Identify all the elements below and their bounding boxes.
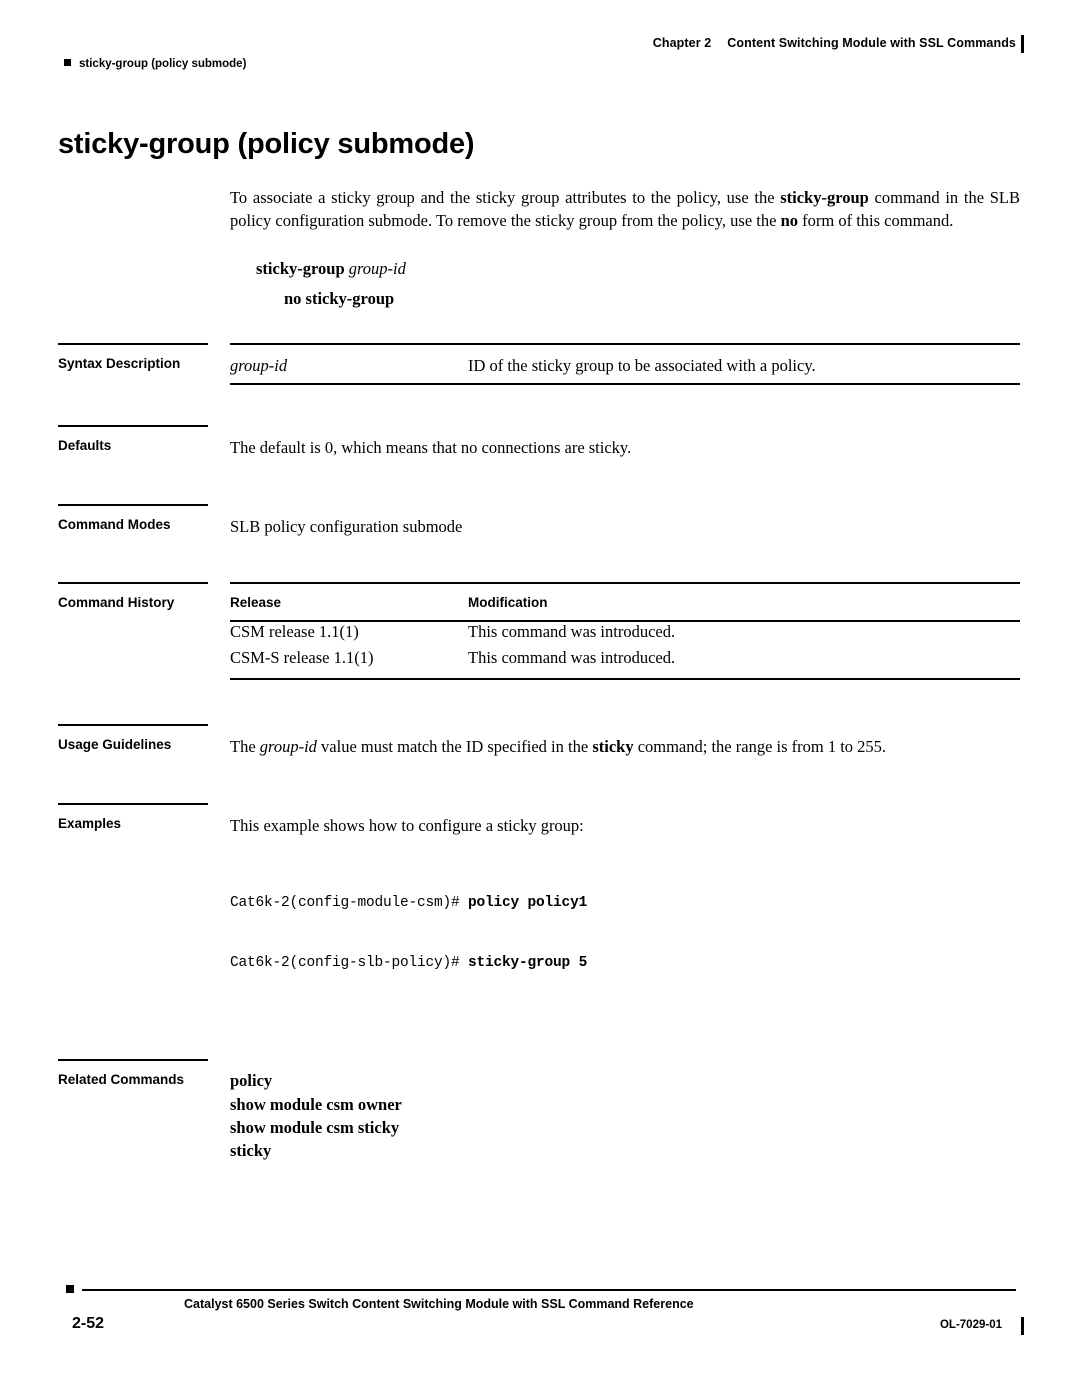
command-modes-text: SLB policy configuration submode (230, 516, 463, 536)
header-chapter-info: Chapter 2 Content Switching Module with S… (652, 35, 1024, 53)
intro-command-1: sticky-group (780, 188, 869, 207)
rule-left-examples (58, 802, 208, 805)
footer-book-title: Catalyst 6500 Series Switch Content Swit… (184, 1297, 694, 1311)
code-line-0: Cat6k-2(config-module-csm)# policy polic… (230, 893, 1020, 913)
usage-t2: value must match the ID specified in the (316, 737, 593, 757)
section-label-defaults: Defaults (58, 438, 112, 454)
intro-paragraph: To associate a sticky group and the stic… (230, 186, 1020, 233)
usage-guidelines-text: The group-id value must match the ID spe… (230, 735, 1020, 758)
rule-left-syntax-description (58, 342, 208, 345)
rule-right-command-history (230, 582, 1020, 585)
rule-under-command-history-table (230, 678, 1020, 681)
usage-t3: command; the range is from 1 to 255. (633, 737, 887, 757)
history-modification-1: This command was introduced. (468, 648, 676, 668)
running-head-text: sticky-group (policy submode) (79, 58, 247, 70)
code-prompt-1: Cat6k-2(config-slb-policy)# (230, 955, 469, 972)
section-examples: Examples This example shows how to confi… (58, 802, 1020, 1013)
section-label-command-modes: Command Modes (58, 516, 171, 532)
footer-document-id: OL-7029-01 (939, 1319, 1002, 1331)
header-chapter-label: Chapter 2 (652, 36, 712, 50)
examples-body: This example shows how to configure a st… (230, 814, 1020, 1013)
section-command-history: Command History Release Modification CSM… (58, 582, 1020, 681)
examples-intro-text: This example shows how to configure a st… (230, 815, 584, 835)
history-modification-0: This command was introduced. (468, 622, 676, 642)
section-label-related-commands: Related Commands (58, 1072, 185, 1088)
rule-left-defaults (58, 425, 208, 428)
footer-rule (82, 1289, 1016, 1291)
syntax-no-form-line: no sticky-group (284, 288, 395, 308)
defaults-text: The default is 0, which means that no co… (230, 438, 632, 458)
code-command-0: policy policy1 (468, 895, 588, 912)
rule-left-command-history (58, 582, 208, 585)
related-command-3[interactable]: sticky (230, 1140, 1020, 1161)
intro-command-2: no (780, 211, 798, 231)
code-prompt-0: Cat6k-2(config-module-csm)# (230, 895, 469, 912)
document-content: To associate a sticky group and the stic… (58, 186, 1020, 1164)
rule-right-syntax-description (230, 342, 1020, 345)
usage-arg: group-id (259, 737, 317, 757)
intro-part3: form of this command. (798, 211, 954, 231)
intro-part1: To associate a sticky group and the stic… (230, 188, 781, 207)
table-row: CSM release 1.1(1) This command was intr… (230, 622, 1020, 642)
rule-left-usage-guidelines (58, 724, 208, 727)
related-command-2[interactable]: show module csm sticky (230, 1117, 1020, 1138)
column-header-modification: Modification (468, 595, 548, 611)
rule-under-command-history-header (230, 620, 1020, 623)
section-label-examples: Examples (58, 815, 122, 831)
footer-right-marker (1021, 1317, 1024, 1335)
syntax-command-line: sticky-group group-id (256, 259, 1020, 279)
page-header: Chapter 2 Content Switching Module with S… (64, 35, 1024, 76)
related-commands-list: policy show module csm owner show module… (230, 1070, 1020, 1164)
syntax-command-name: sticky-group (256, 258, 345, 278)
section-label-command-history: Command History (58, 595, 175, 611)
section-related-commands: Related Commands policy show module csm … (58, 1059, 1020, 1164)
footer-page-number: 2-52 (72, 1315, 105, 1332)
command-history-header-row: Release Modification (230, 593, 1020, 612)
section-syntax-description: Syntax Description group-id ID of the st… (58, 342, 1020, 385)
history-release-1: CSM-S release 1.1(1) (230, 648, 374, 668)
header-running-head: sticky-group (policy submode) (64, 58, 246, 70)
section-command-modes: Command Modes SLB policy configuration s… (58, 503, 1020, 538)
table-row: CSM-S release 1.1(1) This command was in… (230, 642, 1020, 668)
section-label-syntax-description: Syntax Description (58, 355, 181, 371)
code-command-1: sticky-group 5 (468, 955, 588, 972)
example-code-block: Cat6k-2(config-module-csm)# policy polic… (230, 853, 1020, 1013)
section-defaults: Defaults The default is 0, which means t… (58, 425, 1020, 459)
syntax-desc-text: ID of the sticky group to be associated … (468, 355, 816, 375)
section-usage-guidelines: Usage Guidelines The group-id value must… (58, 724, 1020, 758)
usage-cmd: sticky (592, 737, 634, 757)
rule-left-command-modes (58, 503, 208, 506)
page-footer: Catalyst 6500 Series Switch Content Swit… (64, 1285, 1024, 1341)
bullet-square-icon (64, 59, 71, 66)
related-command-1[interactable]: show module csm owner (230, 1094, 1020, 1115)
related-command-0[interactable]: policy (230, 1070, 1020, 1091)
syntax-command-argument: group-id (348, 258, 406, 278)
syntax-desc-arg: group-id (230, 355, 288, 375)
history-release-0: CSM release 1.1(1) (230, 622, 359, 642)
column-header-release: Release (230, 595, 282, 611)
footer-square-icon (66, 1285, 74, 1293)
usage-t1: The (230, 737, 260, 757)
section-label-usage-guidelines: Usage Guidelines (58, 737, 172, 753)
page-title: sticky-group (policy submode) (58, 128, 475, 160)
rule-left-related-commands (58, 1059, 208, 1062)
header-right-marker (1021, 35, 1024, 53)
header-chapter-title: Content Switching Module with SSL Comman… (727, 36, 1016, 50)
code-line-1: Cat6k-2(config-slb-policy)# sticky-group… (230, 953, 1020, 973)
rule-under-syntax-description (230, 382, 1020, 385)
